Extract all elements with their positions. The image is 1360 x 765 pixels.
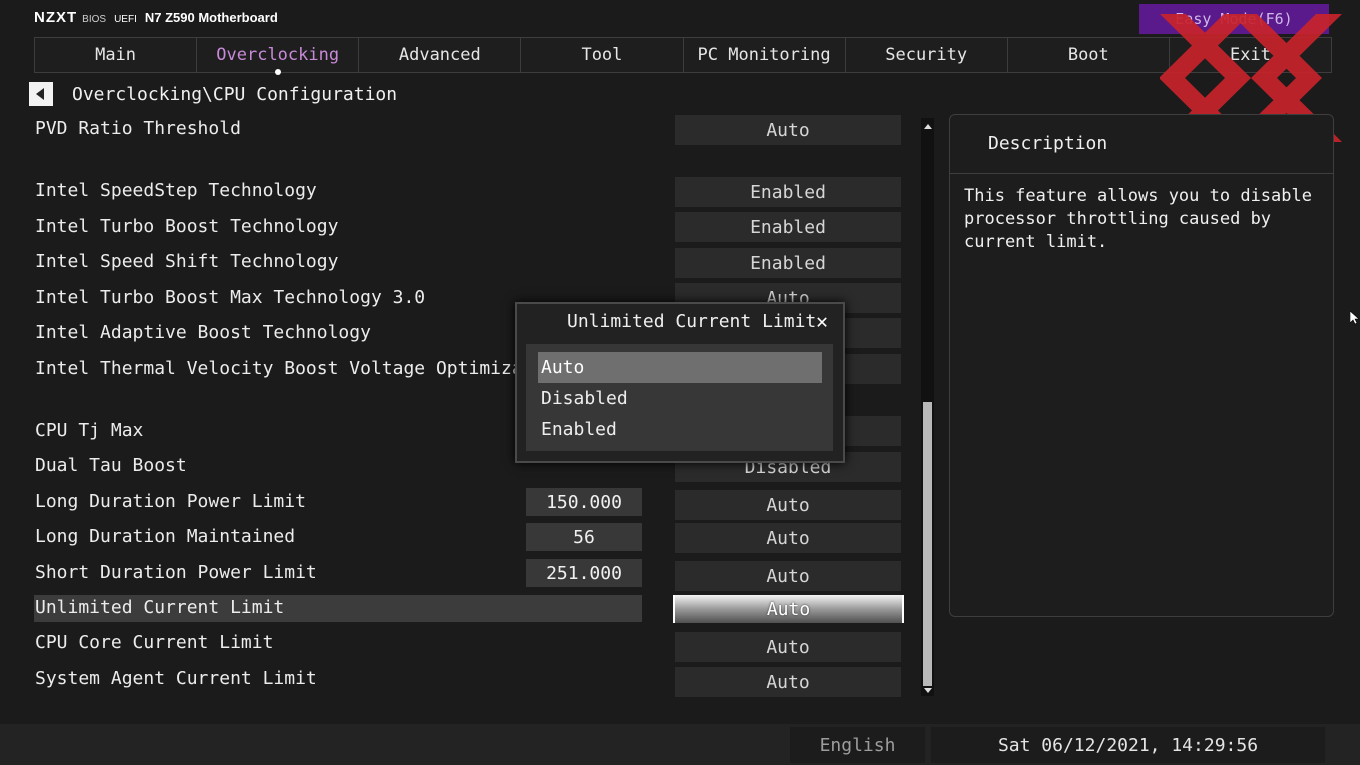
setting-label[interactable]: Long Duration Power Limit [35,491,306,513]
setting-value-dropdown[interactable]: Auto [675,115,901,145]
breadcrumb: Overclocking\CPU Configuration [72,84,398,105]
scrollbar-thumb[interactable] [923,402,932,686]
popup-title: Unlimited Current Limit [567,311,817,332]
setting-label[interactable]: Intel SpeedStep Technology [35,180,317,202]
setting-value-dropdown[interactable]: Auto [675,561,901,591]
popup-option-enabled[interactable]: Enabled [538,414,822,445]
setting-value-dropdown[interactable]: Auto [675,632,901,662]
selected-value-text: Auto [766,598,811,620]
bios-label: BIOS [82,14,107,25]
setting-label[interactable]: Intel Turbo Boost Max Technology 3.0 [35,287,425,309]
language-selector[interactable]: English [790,727,925,763]
description-title: Description [988,133,1108,154]
setting-value-dropdown[interactable]: Auto [675,667,901,697]
tab-tool[interactable]: Tool [521,38,684,72]
short-duration-power-limit-input[interactable]: 251.000 [526,559,642,587]
setting-label[interactable]: System Agent Current Limit [35,668,317,690]
tab-security[interactable]: Security [846,38,1008,72]
setting-value-dropdown[interactable]: Enabled [675,177,901,207]
tab-advanced[interactable]: Advanced [359,38,522,72]
long-duration-maintained-input[interactable]: 56 [526,523,642,551]
easy-mode-button[interactable]: Easy Mode(F6) [1139,4,1329,34]
setting-label[interactable]: Dual Tau Boost [35,455,187,477]
uefi-label: UEFI [114,14,137,25]
selected-setting-value[interactable]: Auto [673,595,904,623]
nzxt-logo: NZXT [34,9,78,26]
setting-label[interactable]: Intel Adaptive Boost Technology [35,322,371,344]
model-name: N7 Z590 Motherboard [144,10,278,25]
setting-value-dropdown[interactable]: Enabled [675,212,901,242]
back-button[interactable] [29,82,53,106]
setting-value-dropdown[interactable]: Auto [675,523,901,553]
scroll-down-arrow-icon[interactable] [921,684,934,696]
tab-main[interactable]: Main [35,38,198,72]
back-arrow-icon [36,88,44,100]
popup-option-auto[interactable]: Auto [538,352,822,383]
setting-value-dropdown[interactable]: Auto [675,490,901,520]
tab-pc-monitoring[interactable]: PC Monitoring [684,38,846,72]
tab-overclocking[interactable]: Overclocking [197,38,360,75]
description-text: This feature allows you to disable proce… [964,186,1312,252]
setting-label[interactable]: Long Duration Maintained [35,526,295,548]
setting-label[interactable]: Intel Speed Shift Technology [35,251,338,273]
tab-boot[interactable]: Boot [1008,38,1170,72]
setting-label[interactable]: Intel Turbo Boost Technology [35,216,338,238]
popup-option-disabled[interactable]: Disabled [538,383,822,414]
setting-label[interactable]: PVD Ratio Threshold [35,118,241,140]
setting-value-dropdown[interactable]: Enabled [675,248,901,278]
setting-label[interactable]: Intel Thermal Velocity Boost Voltage Opt… [35,358,577,380]
setting-label-selected[interactable]: Unlimited Current Limit [35,597,284,619]
setting-label[interactable]: CPU Core Current Limit [35,632,273,654]
mouse-cursor-icon [1350,311,1359,325]
scroll-up-arrow-icon[interactable] [921,120,934,132]
setting-label[interactable]: CPU Tj Max [35,420,143,442]
setting-label[interactable]: Short Duration Power Limit [35,562,317,584]
close-icon[interactable]: ✕ [811,309,833,333]
brand-header: NZXT BIOS UEFI N7 Z590 Motherboard [34,9,278,29]
main-tab-bar: Main Overclocking Advanced Tool PC Monit… [34,37,1332,75]
tab-exit[interactable]: Exit [1170,38,1331,72]
long-duration-power-limit-input[interactable]: 150.000 [526,488,642,516]
date-time: Sat 06/12/2021, 14:29:56 [931,727,1325,763]
